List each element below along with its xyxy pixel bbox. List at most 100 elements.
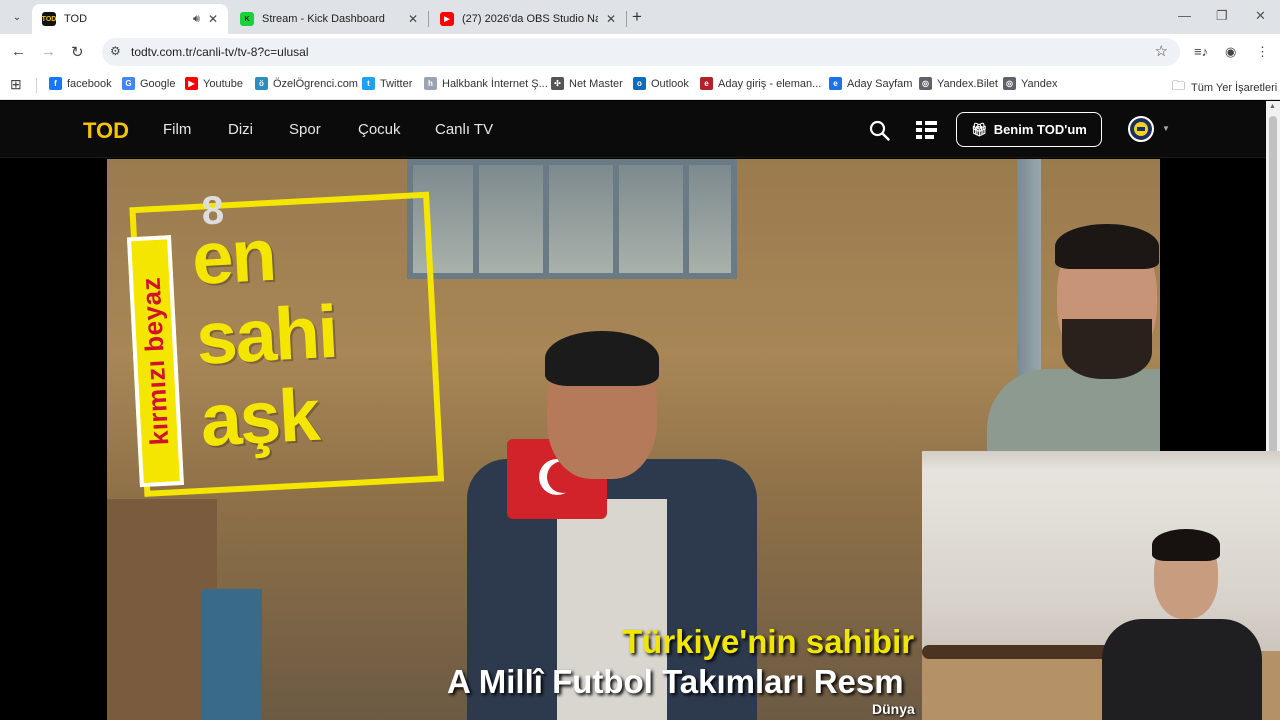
scroll-up-icon[interactable]: ▲ [1269, 103, 1276, 110]
tab-search-chevron-icon[interactable]: ⌄ [6, 6, 28, 28]
bookmarks-bar: ⊞ f facebook G Google ▶ Youtube ö ÖzelÖgrenci.c… [0, 70, 1280, 100]
reload-icon[interactable]: ↻ [71, 43, 84, 61]
address-bar[interactable]: ⚙︎ todtv.com.tr/canli-tv/tv-8?c=ulusal ☆ [102, 38, 1180, 66]
apps-grid-icon[interactable]: ⊞ [10, 76, 22, 93]
webcam-overlay [922, 451, 1280, 720]
youtube-icon: ▶ [185, 77, 198, 90]
url-text[interactable]: todtv.com.tr/canli-tv/tv-8?c=ulusal [131, 45, 309, 59]
restore-icon[interactable]: ❐ [1216, 8, 1228, 24]
tod-logo[interactable]: TOD [83, 118, 133, 142]
bookmark-item[interactable]: ✣ Net Master [551, 77, 623, 90]
eleman-icon: e [700, 77, 713, 90]
promo-side-text: kırmızı beyaz [135, 276, 175, 447]
profile-caret-icon[interactable]: ▼ [1162, 124, 1170, 133]
window-close-icon[interactable]: ✕ [1255, 8, 1266, 24]
bookmark-item[interactable]: h Halkbank İnternet Ş... [424, 77, 548, 90]
nav-spor[interactable]: Spor [289, 121, 321, 138]
bookmark-label: Yandex.Bilet [937, 77, 998, 90]
browser-toolbar: ← → ↻ ⚙︎ todtv.com.tr/canli-tv/tv-8?c=ul… [0, 34, 1280, 70]
tab-tod[interactable]: TOD TOD 🔊︎ ✕ [32, 4, 228, 34]
video-scene-window [407, 159, 737, 279]
gift-icon: 🎁︎ [971, 121, 988, 137]
globe-icon: ◎ [1003, 77, 1016, 90]
tab-divider [626, 11, 627, 27]
promo-line-1: en [189, 212, 277, 301]
logo-text: TOD [83, 118, 129, 142]
webcam-streamer [1102, 529, 1262, 720]
bookmark-item[interactable]: ◎ Yandex [1003, 77, 1058, 90]
tab-title: Stream - Kick Dashboard [262, 13, 385, 25]
bookmark-label: Yandex [1021, 77, 1058, 90]
ozelogrenci-icon: ö [255, 77, 268, 90]
bookmark-item[interactable]: ▶ Youtube [185, 77, 243, 90]
netmaster-icon: ✣ [551, 77, 564, 90]
bookmark-divider [36, 78, 37, 93]
tab-youtube[interactable]: ▶ (27) 2026'da OBS Studio Nasıl K ✕ [430, 4, 626, 34]
bookmark-item[interactable]: t Twitter [362, 77, 412, 90]
benim-todum-button[interactable]: 🎁︎ Benim TOD'um [956, 112, 1102, 147]
bookmark-item[interactable]: f facebook [49, 77, 112, 90]
halkbank-icon: h [424, 77, 437, 90]
globe-icon: ◎ [919, 77, 932, 90]
bookmark-label: facebook [67, 77, 112, 90]
list-menu-icon[interactable] [916, 121, 937, 139]
site-info-icon[interactable]: ⚙︎ [110, 44, 121, 58]
kick-favicon: K [240, 12, 254, 26]
bookmark-label: Youtube [203, 77, 243, 90]
benim-todum-label: Benim TOD'um [993, 122, 1087, 137]
nav-film[interactable]: Film [163, 121, 191, 138]
bookmark-label: Aday giriş - eleman... [718, 77, 822, 90]
bookmark-label: Outlook [651, 77, 689, 90]
profile-avatar[interactable] [1128, 116, 1154, 142]
site-header: TOD Film Dizi Spor Çocuk Canlı TV 🎁︎ Ben… [0, 101, 1266, 158]
video-scene-crate [107, 499, 217, 720]
scrollbar-thumb[interactable] [1269, 116, 1277, 456]
tab-divider [428, 11, 429, 27]
close-tab-icon[interactable]: ✕ [208, 12, 218, 26]
minimize-icon[interactable]: — [1178, 8, 1191, 23]
promo-line-3: aşk [198, 372, 321, 462]
youtube-favicon: ▶ [440, 12, 454, 26]
bookmark-item[interactable]: o Outlook [633, 77, 689, 90]
search-icon[interactable] [869, 120, 890, 141]
nav-canli-tv[interactable]: Canlı TV [435, 121, 493, 138]
bookmark-item[interactable]: ö ÖzelÖgrenci.com [255, 77, 358, 90]
promo-title-graphic: kırmızı beyaz 8 en sahi aşk [126, 188, 454, 507]
all-bookmarks-label: Tüm Yer İşaretleri [1191, 82, 1278, 94]
close-tab-icon[interactable]: ✕ [408, 12, 418, 26]
tab-title: (27) 2026'da OBS Studio Nasıl K [462, 13, 598, 25]
bookmark-item[interactable]: G Google [122, 77, 175, 90]
bookmark-item[interactable]: e Aday giriş - eleman... [700, 77, 821, 90]
twitter-icon: t [362, 77, 375, 90]
promo-line-2: sahi [194, 289, 339, 380]
bookmark-item[interactable]: e Aday Sayfam [829, 77, 912, 90]
video-scene-basket [202, 589, 262, 720]
bookmark-label: Twitter [380, 77, 413, 90]
nav-dizi[interactable]: Dizi [228, 121, 253, 138]
tod-favicon: TOD [42, 12, 56, 26]
subtitle-line-3: Dünya [872, 701, 915, 717]
close-tab-icon[interactable]: ✕ [606, 12, 616, 26]
bookmark-star-icon[interactable]: ☆ [1155, 42, 1168, 60]
all-bookmarks[interactable]: 🗀 Tüm Yer İşaretleri [1172, 77, 1277, 99]
subtitle-line-2: A Millî Futbol Takımları Resm [447, 663, 904, 700]
google-icon: G [122, 77, 135, 90]
forward-icon[interactable]: → [41, 43, 56, 60]
bookmark-label: Aday Sayfam [847, 77, 913, 90]
bookmark-label: ÖzelÖgrenci.com [273, 77, 358, 90]
tab-kick[interactable]: K Stream - Kick Dashboard ✕ [230, 4, 428, 34]
back-icon[interactable]: ← [11, 43, 26, 60]
folder-icon: 🗀 [1172, 78, 1186, 93]
media-queue-icon[interactable]: ≡♪ [1194, 44, 1208, 59]
tab-title: TOD [64, 13, 88, 25]
outlook-icon: o [633, 77, 646, 90]
extension-icon[interactable]: ◉ [1225, 44, 1236, 60]
browser-tab-bar: ⌄ TOD TOD 🔊︎ ✕ K Stream - Kick Dashboard… [0, 0, 1280, 34]
new-tab-icon[interactable]: + [632, 7, 642, 27]
speaker-icon[interactable]: 🔊︎ [193, 13, 200, 26]
menu-kebab-icon[interactable]: ⋮ [1256, 44, 1269, 60]
bookmark-item[interactable]: ◎ Yandex.Bilet [919, 77, 998, 90]
bookmark-label: Halkbank İnternet Ş... [442, 77, 548, 90]
bookmark-label: Google [140, 77, 176, 90]
nav-cocuk[interactable]: Çocuk [358, 121, 401, 138]
